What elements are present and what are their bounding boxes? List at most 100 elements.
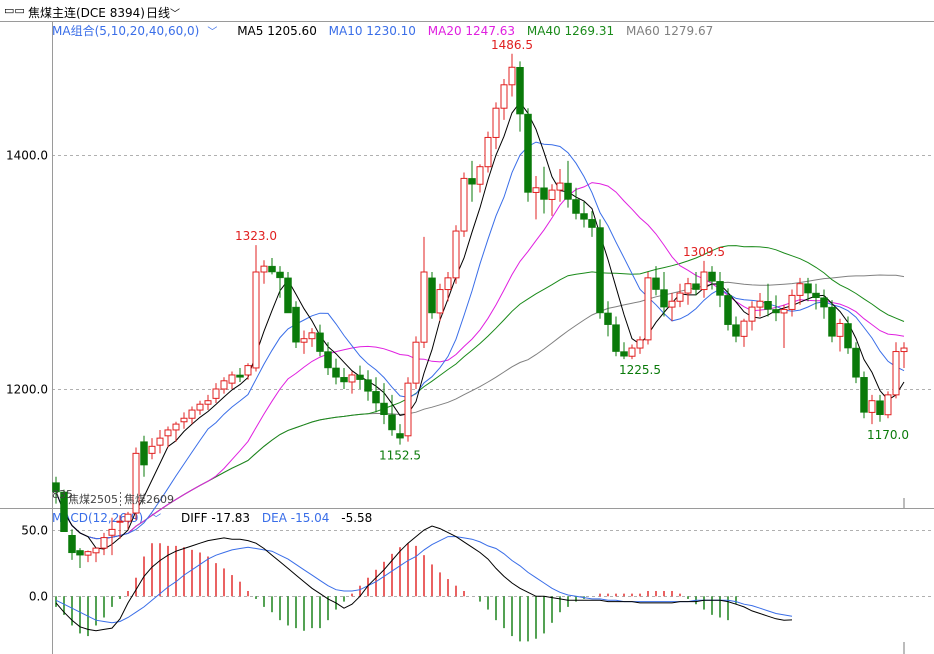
- candle[interactable]: [420, 236, 428, 349]
- candle[interactable]: [764, 283, 772, 317]
- candle[interactable]: [460, 172, 468, 237]
- candle[interactable]: [836, 318, 844, 352]
- candle[interactable]: [364, 370, 372, 401]
- candle[interactable]: [372, 377, 380, 413]
- candle[interactable]: [748, 301, 756, 331]
- candle[interactable]: [196, 400, 204, 415]
- candle[interactable]: [124, 511, 132, 530]
- candle[interactable]: [188, 406, 196, 425]
- candle[interactable]: [148, 438, 156, 460]
- candle[interactable]: [396, 424, 404, 445]
- candle[interactable]: [604, 301, 612, 337]
- candle[interactable]: [300, 330, 308, 354]
- candle[interactable]: [284, 272, 292, 314]
- candle[interactable]: [884, 391, 892, 419]
- candle[interactable]: [468, 160, 476, 202]
- candle[interactable]: [484, 131, 492, 173]
- candle[interactable]: [252, 245, 260, 372]
- candle[interactable]: [572, 187, 580, 220]
- candle[interactable]: [452, 225, 460, 284]
- candle[interactable]: [700, 260, 708, 298]
- kline-chart[interactable]: 1200.0 1400.0 50.0 0.0 1486.5 1323.0 1309.5 11…: [0, 0, 934, 654]
- candle[interactable]: [516, 61, 524, 132]
- candle-body: [228, 374, 236, 384]
- candle[interactable]: [156, 429, 164, 454]
- candle-body: [316, 332, 324, 352]
- candle[interactable]: [636, 336, 644, 354]
- candle[interactable]: [532, 176, 540, 220]
- candle[interactable]: [428, 272, 436, 319]
- candle[interactable]: [860, 371, 868, 419]
- candle[interactable]: [332, 358, 340, 385]
- candle[interactable]: [316, 324, 324, 357]
- candle[interactable]: [868, 394, 876, 425]
- candle[interactable]: [628, 344, 636, 360]
- low-annotation: 1152.5: [379, 449, 421, 463]
- candle[interactable]: [68, 529, 76, 560]
- candle[interactable]: [476, 164, 484, 193]
- candle[interactable]: [852, 342, 860, 384]
- candle-body: [332, 367, 340, 378]
- candle[interactable]: [620, 342, 628, 360]
- candle[interactable]: [812, 283, 820, 310]
- candle[interactable]: [308, 328, 316, 347]
- candle[interactable]: [244, 363, 252, 380]
- candle[interactable]: [340, 367, 348, 389]
- candle[interactable]: [292, 301, 300, 349]
- candle-body: [828, 306, 836, 337]
- candle[interactable]: [524, 108, 532, 202]
- candle[interactable]: [380, 383, 388, 425]
- candle-body: [372, 391, 380, 404]
- candle[interactable]: [76, 548, 84, 569]
- candle[interactable]: [444, 272, 452, 302]
- candle[interactable]: [892, 342, 900, 399]
- candle[interactable]: [84, 550, 92, 563]
- candle[interactable]: [276, 266, 284, 298]
- candle[interactable]: [180, 412, 188, 429]
- candle[interactable]: [556, 169, 564, 202]
- contract-label: 焦煤2505: [68, 493, 118, 506]
- candle[interactable]: [780, 304, 788, 349]
- candle[interactable]: [212, 383, 220, 404]
- candle[interactable]: [132, 447, 140, 521]
- candle[interactable]: [92, 547, 100, 563]
- candle[interactable]: [596, 219, 604, 319]
- candle[interactable]: [876, 394, 884, 422]
- candle[interactable]: [508, 53, 516, 97]
- candle[interactable]: [716, 272, 724, 308]
- candle[interactable]: [684, 277, 692, 305]
- candle[interactable]: [228, 371, 236, 389]
- candle[interactable]: [260, 260, 268, 284]
- candle[interactable]: [788, 289, 796, 317]
- candle[interactable]: [348, 371, 356, 394]
- candle[interactable]: [692, 272, 700, 296]
- candle[interactable]: [756, 293, 764, 317]
- candle[interactable]: [708, 266, 716, 290]
- candle[interactable]: [740, 318, 748, 347]
- candle[interactable]: [900, 342, 908, 368]
- candle[interactable]: [356, 365, 364, 389]
- candle[interactable]: [580, 201, 588, 228]
- candle[interactable]: [204, 394, 212, 411]
- candle[interactable]: [140, 435, 148, 477]
- candle[interactable]: [164, 426, 172, 448]
- candle[interactable]: [548, 184, 556, 216]
- candle[interactable]: [268, 257, 276, 275]
- candle[interactable]: [492, 102, 500, 150]
- candle[interactable]: [100, 532, 108, 556]
- candle[interactable]: [500, 78, 508, 120]
- candle[interactable]: [236, 367, 244, 382]
- candle[interactable]: [564, 160, 572, 208]
- candle[interactable]: [324, 342, 332, 375]
- candle[interactable]: [540, 166, 548, 214]
- candle[interactable]: [668, 293, 676, 322]
- candle[interactable]: [404, 377, 412, 442]
- candle[interactable]: [644, 272, 652, 345]
- candle[interactable]: [676, 283, 684, 308]
- candle[interactable]: [844, 316, 852, 354]
- candle[interactable]: [220, 377, 228, 394]
- candle[interactable]: [412, 336, 420, 389]
- candle[interactable]: [612, 316, 620, 357]
- candle[interactable]: [732, 316, 740, 343]
- candle[interactable]: [820, 289, 828, 319]
